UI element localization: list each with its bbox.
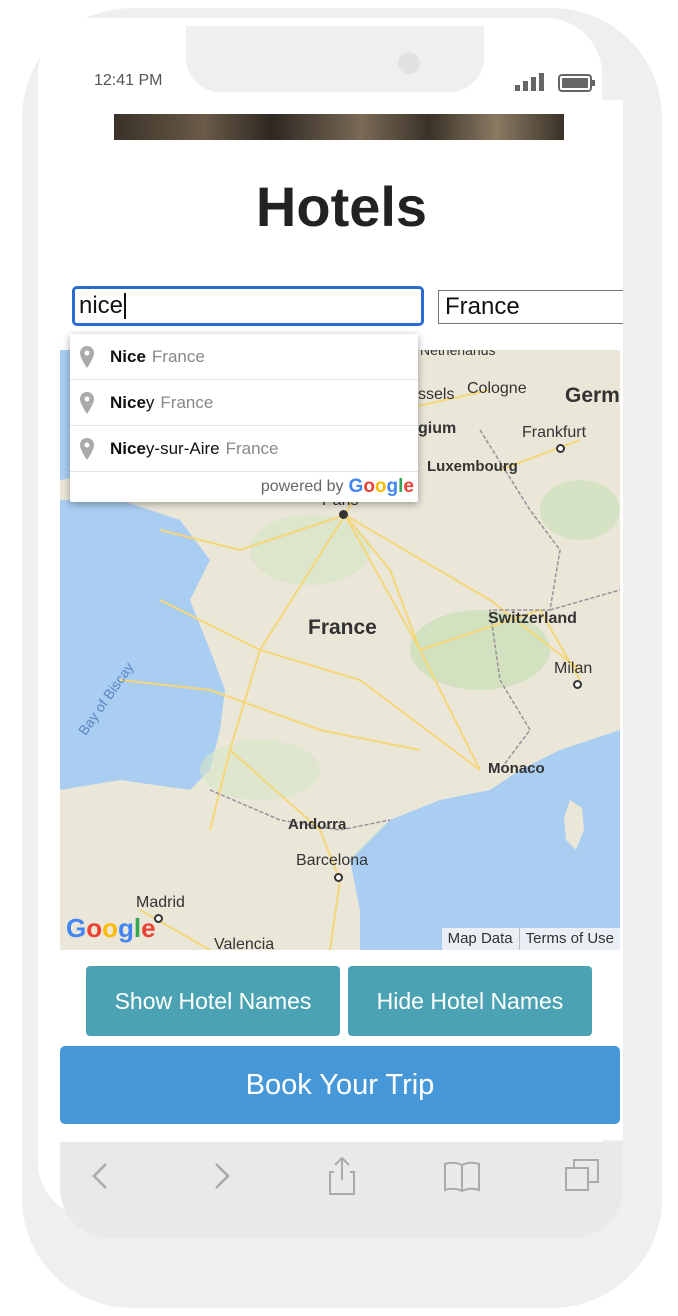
- autocomplete-match-text: Nice: [110, 438, 146, 458]
- map-label-germany: Germ: [565, 384, 620, 407]
- book-trip-button[interactable]: Book Your Trip: [60, 1046, 620, 1124]
- google-wordmark: Google: [348, 476, 414, 497]
- map-label-monaco: Monaco: [488, 760, 545, 777]
- location-pin-icon: [80, 437, 94, 460]
- map-label-netherlands: Netherlands: [420, 350, 496, 358]
- location-pin-icon: [80, 345, 94, 368]
- map-label-milan: Milan: [554, 660, 593, 677]
- text-caret: [124, 293, 127, 319]
- autocomplete-rest-text: y: [145, 392, 155, 412]
- country-input[interactable]: France: [438, 290, 623, 324]
- city-search-input[interactable]: nice: [72, 286, 424, 326]
- autocomplete-item[interactable]: Nicey-sur-Aire France: [70, 426, 418, 472]
- map-label-luxembourg: Luxembourg: [427, 458, 518, 475]
- map-label-barcelona: Barcelona: [296, 852, 369, 869]
- city-marker-milan: [573, 680, 582, 689]
- hide-hotel-names-button[interactable]: Hide Hotel Names: [348, 966, 592, 1036]
- country-input-value: France: [445, 293, 520, 320]
- map-label-brussels: ssels: [418, 386, 455, 403]
- map-label-valencia: Valencia: [214, 936, 275, 950]
- city-marker-frankfurt: [556, 444, 565, 453]
- powered-by-text: powered by: [260, 478, 344, 495]
- autocomplete-match-text: Nice: [110, 392, 146, 412]
- show-hotel-names-button[interactable]: Show Hotel Names: [86, 966, 340, 1036]
- camera-icon: [398, 52, 420, 74]
- share-icon[interactable]: [322, 1156, 362, 1196]
- autocomplete-secondary-text: France: [160, 392, 214, 412]
- forward-icon[interactable]: [200, 1156, 240, 1196]
- map-label-frankfurt: Frankfurt: [522, 424, 587, 441]
- map-attribution: Map Data Terms of Use: [441, 928, 620, 950]
- autocomplete-main-text: Nice: [110, 347, 146, 367]
- powered-by-google: powered by Google: [70, 472, 418, 502]
- autocomplete-main-text: Nicey: [110, 393, 154, 413]
- tabs-icon[interactable]: [562, 1156, 602, 1196]
- browser-toolbar: [60, 1142, 623, 1238]
- terms-of-use-link[interactable]: Terms of Use: [518, 928, 620, 950]
- city-marker-barcelona: [334, 873, 343, 882]
- google-logo: Google: [66, 913, 156, 943]
- autocomplete-main-text: Nicey-sur-Aire: [110, 439, 220, 459]
- hero-image: [114, 114, 564, 140]
- location-pin-icon: [80, 391, 94, 414]
- autocomplete-dropdown: Nice France Nicey France Nicey-sur-Aire …: [70, 334, 418, 502]
- back-icon[interactable]: [82, 1156, 122, 1196]
- map-label-andorra: Andorra: [288, 816, 347, 833]
- city-marker-paris: [339, 510, 348, 519]
- phone-notch: [186, 26, 484, 92]
- map-data-link[interactable]: Map Data: [442, 928, 519, 950]
- autocomplete-match-text: Nice: [110, 346, 146, 366]
- autocomplete-rest-text: y-sur-Aire: [145, 438, 220, 458]
- map-label-cologne: Cologne: [467, 380, 527, 397]
- status-time: 12:41 PM: [94, 72, 163, 89]
- battery-icon: [558, 74, 595, 92]
- map-label-madrid: Madrid: [136, 894, 185, 911]
- signal-icon: [515, 73, 544, 91]
- city-input-value: nice: [79, 292, 124, 319]
- bookmarks-icon[interactable]: [442, 1156, 482, 1196]
- page-title: Hotels: [255, 175, 428, 238]
- autocomplete-secondary-text: France: [151, 346, 205, 366]
- map-label-france: France: [308, 616, 377, 639]
- map-label-belgium: gium: [418, 420, 457, 437]
- app-screen: Hotels nice France Netherlands Cologne G…: [60, 100, 623, 1140]
- autocomplete-item[interactable]: Nicey France: [70, 380, 418, 426]
- autocomplete-secondary-text: France: [225, 438, 279, 458]
- autocomplete-item[interactable]: Nice France: [70, 334, 418, 380]
- map-label-switzerland: Switzerland: [488, 610, 577, 627]
